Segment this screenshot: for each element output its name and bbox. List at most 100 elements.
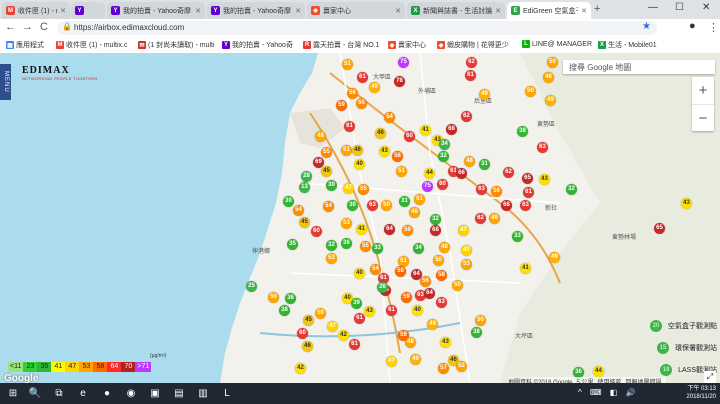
new-tab-button[interactable]: + xyxy=(594,3,600,15)
airbox-station-marker[interactable]: 50 xyxy=(547,57,558,68)
airbox-station-marker[interactable]: 44 xyxy=(424,168,435,179)
airbox-station-marker[interactable]: 45 xyxy=(299,217,310,228)
airbox-station-marker[interactable]: 62 xyxy=(503,167,514,178)
bookmark-item[interactable]: X 生活 - Mobile01 xyxy=(598,40,657,50)
airbox-station-marker[interactable]: 41 xyxy=(520,263,531,274)
airbox-station-marker[interactable]: 50 xyxy=(433,255,444,266)
airbox-station-marker[interactable]: 60 xyxy=(404,131,415,142)
airbox-station-marker[interactable]: 61 xyxy=(354,313,365,324)
bookmark-star-icon[interactable]: ★ xyxy=(642,21,651,32)
airbox-station-marker[interactable]: 47 xyxy=(386,356,397,367)
airbox-station-marker[interactable]: 46 xyxy=(352,145,363,156)
fullscreen-button[interactable]: ⤢ xyxy=(704,371,716,383)
airbox-station-marker[interactable]: 41 xyxy=(420,125,431,136)
tab-close-icon[interactable]: ✕ xyxy=(395,7,401,15)
airbox-station-marker[interactable]: 48 xyxy=(409,207,420,218)
tab-close-icon[interactable]: ✕ xyxy=(581,7,587,15)
airbox-station-marker[interactable]: 31 xyxy=(399,196,410,207)
airbox-station-marker[interactable]: 62 xyxy=(466,57,477,68)
airbox-station-marker[interactable]: 62 xyxy=(461,111,472,122)
bookmark-item[interactable]: R 露天拍賣 - 台灣 NO.1 xyxy=(303,40,380,50)
airbox-station-marker[interactable]: 50 xyxy=(525,86,536,97)
airbox-station-marker[interactable]: 61 xyxy=(357,72,368,83)
airbox-station-marker[interactable]: 51 xyxy=(396,166,407,177)
airbox-station-marker[interactable]: 59 xyxy=(336,100,347,111)
airbox-station-marker[interactable]: 49 xyxy=(369,82,380,93)
maximize-button[interactable]: ☐ xyxy=(675,2,684,13)
airbox-station-marker[interactable]: 56 xyxy=(402,225,413,236)
airbox-station-marker[interactable]: 50 xyxy=(381,200,392,211)
tab-close-icon[interactable]: ✕ xyxy=(60,7,66,15)
airbox-station-marker[interactable]: 62 xyxy=(475,213,486,224)
airbox-station-marker[interactable]: 49 xyxy=(479,89,490,100)
airbox-station-marker[interactable]: 32 xyxy=(430,214,441,225)
air-quality-map[interactable]: 大甲區 外埔區 后里區 東勢區 伸港鄉 東勢林場 大坪區 新社 51 61 75 78 62 61 50 4… xyxy=(0,53,720,383)
airbox-station-marker[interactable]: 39 xyxy=(351,298,362,309)
airbox-station-marker[interactable]: 46 xyxy=(375,128,386,139)
airbox-station-marker[interactable]: 54 xyxy=(323,201,334,212)
app-icon[interactable]: ▥ xyxy=(196,386,210,400)
airbox-station-marker[interactable]: 68 xyxy=(446,124,457,135)
airbox-station-marker[interactable]: 47 xyxy=(461,245,472,256)
airbox-station-marker[interactable]: 53 xyxy=(461,259,472,270)
airbox-station-marker[interactable]: 33 xyxy=(372,243,383,254)
airbox-station-marker[interactable]: 49 xyxy=(410,354,421,365)
airbox-station-marker[interactable]: 38 xyxy=(471,327,482,338)
airbox-station-marker[interactable]: 51 xyxy=(342,59,353,70)
airbox-station-marker[interactable]: 47 xyxy=(343,183,354,194)
airbox-station-marker[interactable]: 64 xyxy=(424,288,435,299)
airbox-station-marker[interactable]: 49 xyxy=(545,95,556,106)
app-icon[interactable]: ▤ xyxy=(172,386,186,400)
task-view-icon[interactable]: ⧉ xyxy=(52,386,66,400)
bookmark-item[interactable]: ◆ 蝦皮購物 | 花得更少 xyxy=(437,40,509,50)
airbox-station-marker[interactable]: 43 xyxy=(440,337,451,348)
airbox-station-marker[interactable]: 40 xyxy=(354,159,365,170)
map-search-input[interactable]: 搜尋 Google 地圖 xyxy=(563,60,715,74)
airbox-station-marker[interactable]: 13 xyxy=(299,182,310,193)
airbox-station-marker[interactable]: 49 xyxy=(549,252,560,263)
airbox-station-marker[interactable]: 43 xyxy=(364,306,375,317)
airbox-station-marker[interactable]: 50 xyxy=(475,315,486,326)
airbox-station-marker[interactable]: 43 xyxy=(539,174,550,185)
browser-tab[interactable]: E EdiGreen 空氣盒子 ✕ xyxy=(507,2,591,19)
airbox-station-marker[interactable]: 50 xyxy=(315,308,326,319)
airbox-station-marker[interactable]: 34 xyxy=(413,243,424,254)
legend-item[interactable]: 20 空氣盒子觀測點 xyxy=(605,315,717,337)
reload-button[interactable]: C xyxy=(40,21,48,33)
profile-icon[interactable]: ● xyxy=(689,20,696,32)
airbox-station-marker[interactable]: 45 xyxy=(303,315,314,326)
line-icon[interactable]: L xyxy=(220,386,234,400)
airbox-station-marker[interactable]: 33 xyxy=(512,231,523,242)
airbox-station-marker[interactable]: 55 xyxy=(360,241,371,252)
airbox-station-marker[interactable]: 75 xyxy=(422,181,433,192)
airbox-station-marker[interactable]: 61 xyxy=(523,187,534,198)
airbox-station-marker[interactable]: 63 xyxy=(520,200,531,211)
airbox-station-marker[interactable]: 48 xyxy=(489,213,500,224)
zoom-out-button[interactable]: − xyxy=(692,105,714,132)
airbox-station-marker[interactable]: 61 xyxy=(386,305,397,316)
airbox-station-marker[interactable]: 45 xyxy=(321,166,332,177)
airbox-station-marker[interactable]: 36 xyxy=(341,238,352,249)
airbox-station-marker[interactable]: 78 xyxy=(394,76,405,87)
airbox-station-marker[interactable]: 60 xyxy=(311,226,322,237)
browser-tab[interactable]: ◆ 賣家中心 ✕ xyxy=(307,2,405,19)
airbox-station-marker[interactable]: 40 xyxy=(354,268,365,279)
airbox-station-marker[interactable]: 36 xyxy=(285,293,296,304)
system-tray-icons[interactable]: ^ ⌨ ◧ 🔊 xyxy=(578,388,639,397)
zoom-in-button[interactable]: + xyxy=(692,77,714,105)
bookmark-item[interactable]: M 收件匣 (1) - multix.c xyxy=(56,40,127,50)
airbox-station-marker[interactable]: 48 xyxy=(464,156,475,167)
clock[interactable]: 下午 03:13 2018/11/20 xyxy=(686,385,716,401)
airbox-station-marker[interactable]: 30 xyxy=(283,196,294,207)
airbox-station-marker[interactable]: 47 xyxy=(458,225,469,236)
start-button[interactable]: ⊞ xyxy=(6,386,20,400)
airbox-station-marker[interactable]: 50 xyxy=(452,280,463,291)
airbox-station-marker[interactable]: 60 xyxy=(297,328,308,339)
airbox-station-marker[interactable]: 28 xyxy=(301,171,312,182)
airbox-station-marker[interactable]: 58 xyxy=(436,270,447,281)
airbox-station-marker[interactable]: 31 xyxy=(479,159,490,170)
url-field[interactable]: 🔒 https://airbox.edimaxcloud.com ★ xyxy=(57,21,657,35)
search-icon[interactable]: 🔍 xyxy=(28,386,42,400)
airbox-station-marker[interactable]: 63 xyxy=(537,142,548,153)
airbox-station-marker[interactable]: 75 xyxy=(398,57,409,68)
